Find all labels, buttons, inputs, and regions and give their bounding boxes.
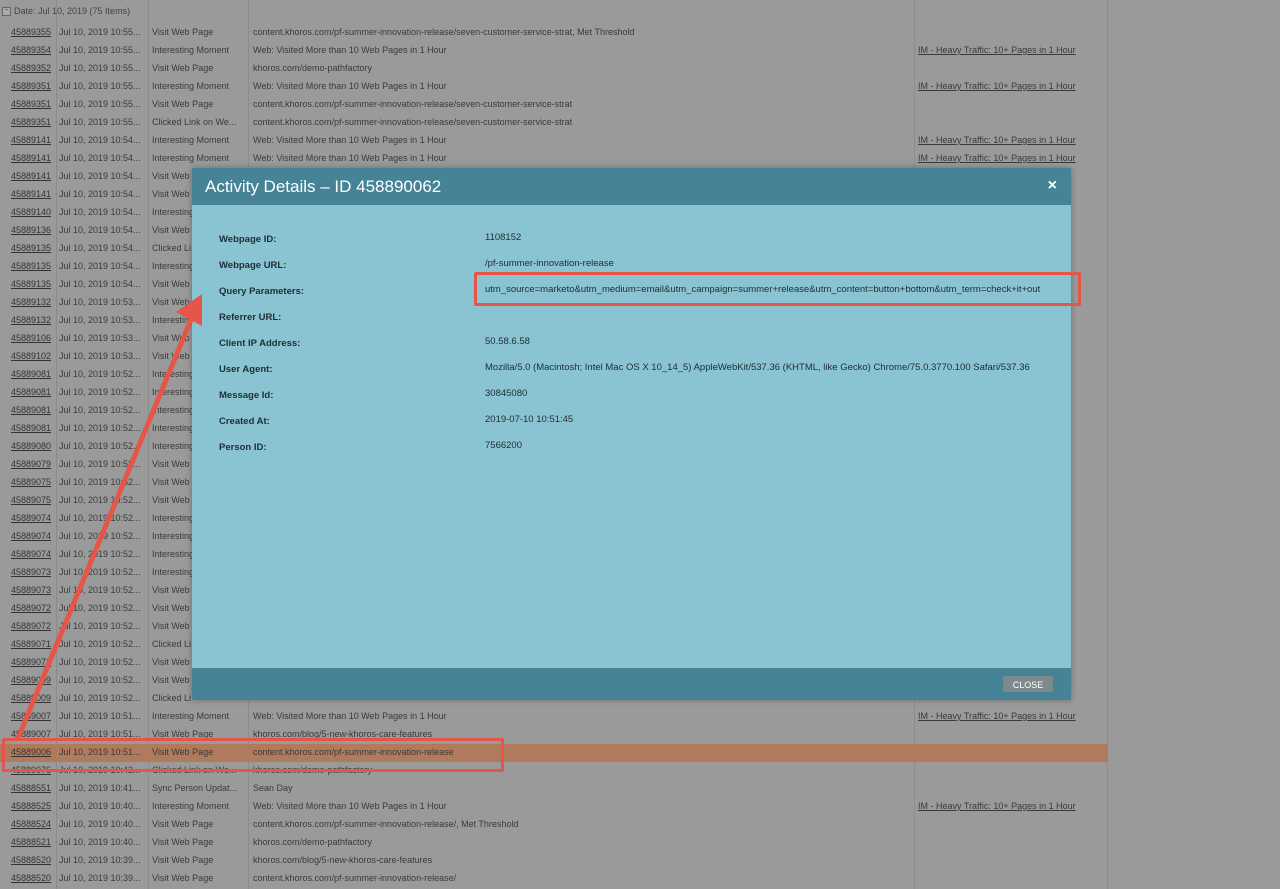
- annotation-arrow: [15, 294, 202, 741]
- arrow-shaft: [15, 307, 198, 741]
